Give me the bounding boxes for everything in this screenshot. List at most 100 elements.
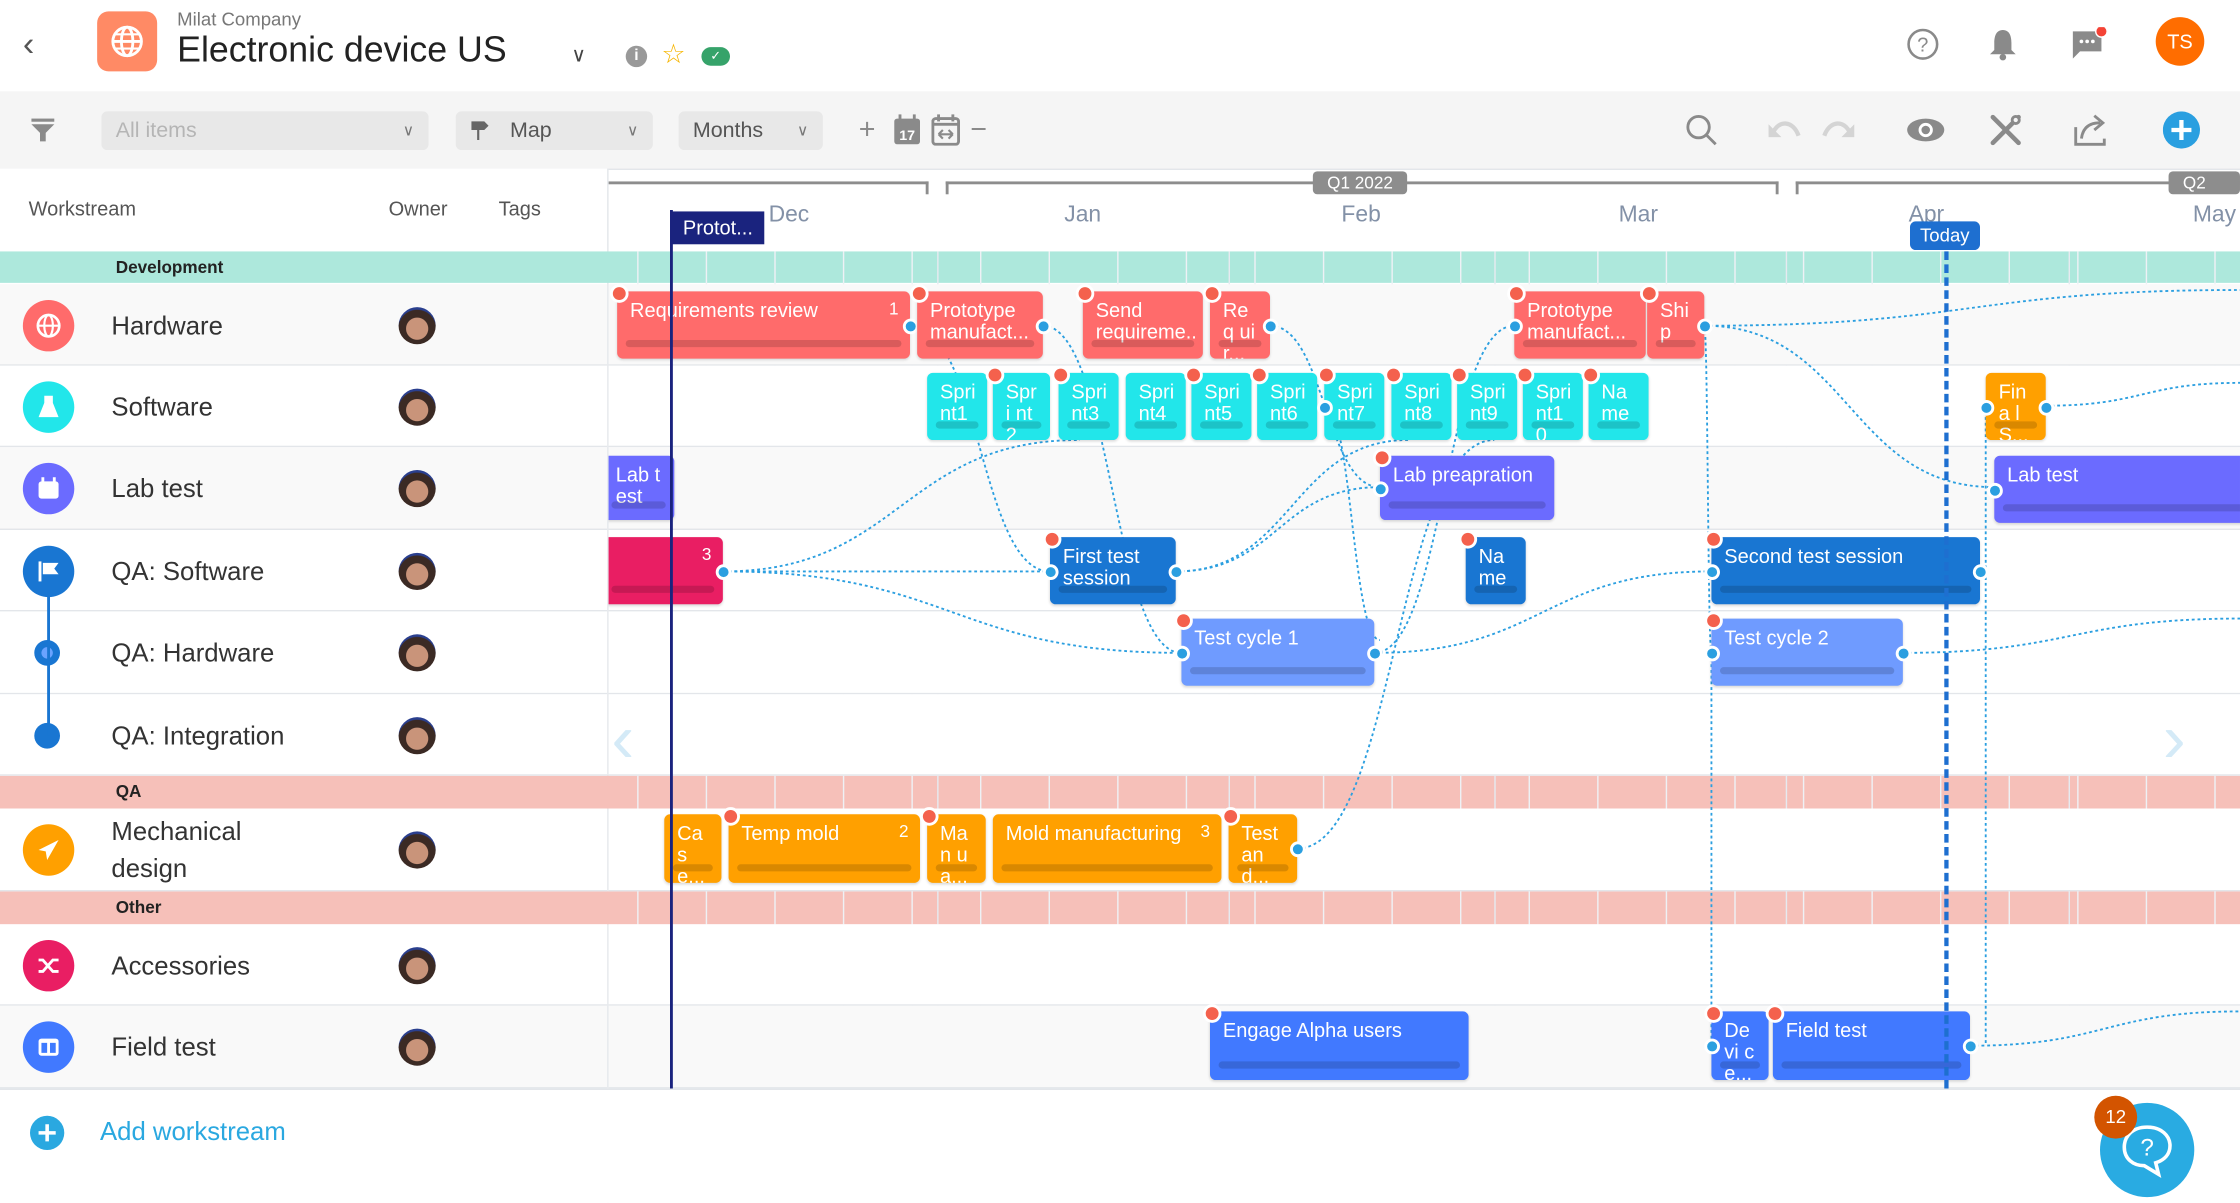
timeline-item[interactable]: Test and... [1228, 814, 1298, 883]
dependency-handle-left[interactable] [1704, 644, 1720, 661]
scroll-left-arrow[interactable]: ‹ [611, 705, 634, 775]
dependency-handle-left[interactable] [1372, 480, 1389, 497]
timeline-item[interactable]: Spri nt6 [1257, 372, 1318, 440]
owner-avatar[interactable] [398, 469, 436, 508]
view-dropdown[interactable]: Map ∨ [455, 111, 653, 150]
dependency-handle-right[interactable] [1895, 644, 1912, 661]
timeline-item[interactable]: Send requireme.. [1082, 291, 1203, 359]
help-icon[interactable]: ? [1904, 26, 1941, 63]
timeline-item[interactable]: Lab preapration [1379, 455, 1555, 520]
workstream-row[interactable]: Hardware [0, 284, 608, 366]
owner-avatar[interactable] [398, 552, 436, 590]
timeline-item[interactable]: Test cycle 2 [1711, 618, 1903, 686]
workstream-row[interactable]: Accessories [0, 924, 608, 1006]
timeline-item[interactable]: Fina l S... [1985, 372, 2046, 440]
dependency-handle-left[interactable] [1317, 399, 1333, 415]
calendar-today-icon[interactable]: 17 [891, 113, 922, 147]
owner-avatar[interactable] [398, 1028, 436, 1066]
workstream-name[interactable]: QA: Hardware [111, 634, 274, 671]
timeline-item[interactable]: Prototype manufact... [1514, 291, 1646, 359]
owner-avatar[interactable] [398, 831, 436, 869]
tools-icon[interactable] [1987, 113, 2024, 147]
dependency-handle-left[interactable] [1704, 1038, 1720, 1055]
owner-avatar[interactable] [398, 387, 436, 425]
timeline-item[interactable]: Spri nt5 [1191, 372, 1252, 440]
timeline-item[interactable]: Temp mold 2 [728, 814, 920, 883]
workstream-name[interactable]: Field test [111, 1029, 215, 1066]
timeline-item[interactable]: Field test [1772, 1011, 1970, 1080]
user-avatar[interactable]: TS [2155, 17, 2205, 66]
timeline-item[interactable]: Spri nt10 [1522, 372, 1583, 440]
workstream-row[interactable]: Field test [0, 1005, 608, 1089]
timeline-item[interactable]: Engage Alpha users [1209, 1011, 1469, 1080]
dependency-handle-left[interactable] [1042, 563, 1059, 580]
timeline-item[interactable]: Second test session [1711, 537, 1980, 605]
dependency-handle-left[interactable] [1987, 482, 2003, 498]
workstream-row[interactable]: Software [0, 365, 608, 448]
dependency-handle-right[interactable] [1262, 317, 1279, 334]
search-icon[interactable] [1683, 113, 1720, 147]
timeline-item[interactable]: Requirements review 1 [617, 291, 910, 359]
column-header-tags[interactable]: Tags [499, 197, 541, 220]
timeline-item[interactable]: Lab test [1994, 455, 2240, 523]
timeline-item[interactable]: Req uir... [1209, 291, 1270, 359]
workstream-row[interactable]: Mechanical design [0, 808, 608, 892]
dependency-handle-right[interactable] [1697, 317, 1713, 334]
star-icon[interactable]: ☆ [661, 39, 685, 72]
dependency-handle-left[interactable] [1978, 399, 1995, 415]
milestone-flag[interactable]: Protot... [671, 211, 765, 245]
timeline-item[interactable]: Spri nt7 [1324, 372, 1385, 440]
filter-icon[interactable] [29, 113, 58, 147]
dependency-handle-right[interactable] [1972, 563, 1989, 580]
timeline-item[interactable]: Spri nt1 [927, 372, 988, 440]
timeline-item[interactable]: Ship [1647, 291, 1705, 359]
workstream-name[interactable]: QA: Integration [111, 716, 284, 753]
info-icon[interactable]: i [625, 45, 648, 68]
back-chevron-icon[interactable]: ‹ [23, 26, 34, 66]
timeline-item[interactable]: Na me [1465, 537, 1526, 605]
dependency-handle-left[interactable] [1704, 563, 1720, 580]
timeline-item[interactable]: Lab test [608, 455, 675, 520]
timeline-item[interactable]: Spri nt8 [1391, 372, 1452, 440]
owner-avatar[interactable] [398, 306, 436, 344]
timeline-item[interactable]: Mold manufacturing 3 [992, 814, 1222, 883]
add-workstream-icon[interactable] [29, 1114, 66, 1151]
zoom-in-button[interactable]: + [854, 113, 880, 147]
zoom-out-button[interactable]: − [967, 113, 990, 147]
timeline-item[interactable]: Man ua... [927, 814, 986, 883]
workstream-row[interactable]: QA: Software [0, 529, 608, 612]
dependency-handle-right[interactable] [1035, 317, 1052, 334]
workstream-row[interactable]: QA: Hardware [0, 611, 608, 695]
dependency-handle-left[interactable] [1507, 317, 1523, 334]
timeline-item[interactable]: Spri nt3 [1058, 372, 1119, 440]
timeline-item[interactable]: Spri nt4 [1125, 372, 1186, 440]
share-icon[interactable] [2071, 113, 2108, 147]
timeline-item[interactable]: 3 [608, 537, 723, 605]
dependency-handle-right[interactable] [1367, 644, 1383, 661]
owner-avatar[interactable] [398, 716, 436, 754]
workstream-row[interactable]: Lab test [0, 447, 608, 530]
title-chevron-down-icon[interactable]: ∨ [571, 43, 586, 67]
scroll-right-arrow[interactable]: › [2163, 705, 2186, 775]
owner-avatar[interactable] [398, 634, 436, 672]
dependency-handle-right[interactable] [715, 563, 732, 580]
workstream-name[interactable]: Hardware [111, 306, 222, 343]
workstream-row[interactable]: QA: Integration [0, 694, 608, 776]
column-header-workstream[interactable]: Workstream [29, 197, 136, 220]
timeline-item[interactable]: Na me [1588, 372, 1649, 440]
owner-avatar[interactable] [398, 946, 436, 984]
timeline-item[interactable]: Spri nt9 [1457, 372, 1518, 440]
dependency-handle-left[interactable] [1174, 644, 1190, 661]
add-item-button[interactable] [2162, 111, 2200, 149]
timeline-item[interactable]: First test session [1049, 537, 1176, 605]
timeline-item[interactable]: Prototype manufact... [917, 291, 1043, 359]
dependency-handle-right[interactable] [2038, 399, 2055, 415]
eye-icon[interactable] [1906, 113, 1946, 147]
today-badge[interactable]: Today [1909, 221, 1980, 250]
dependency-handle-right[interactable] [1962, 1038, 1979, 1055]
scale-dropdown[interactable]: Months ∨ [678, 111, 823, 150]
timeline-item[interactable]: Spri nt2 [992, 372, 1050, 440]
bell-icon[interactable] [1984, 26, 2021, 63]
filter-dropdown[interactable]: All items ∨ [101, 111, 429, 150]
workstream-name[interactable]: Software [111, 388, 212, 425]
